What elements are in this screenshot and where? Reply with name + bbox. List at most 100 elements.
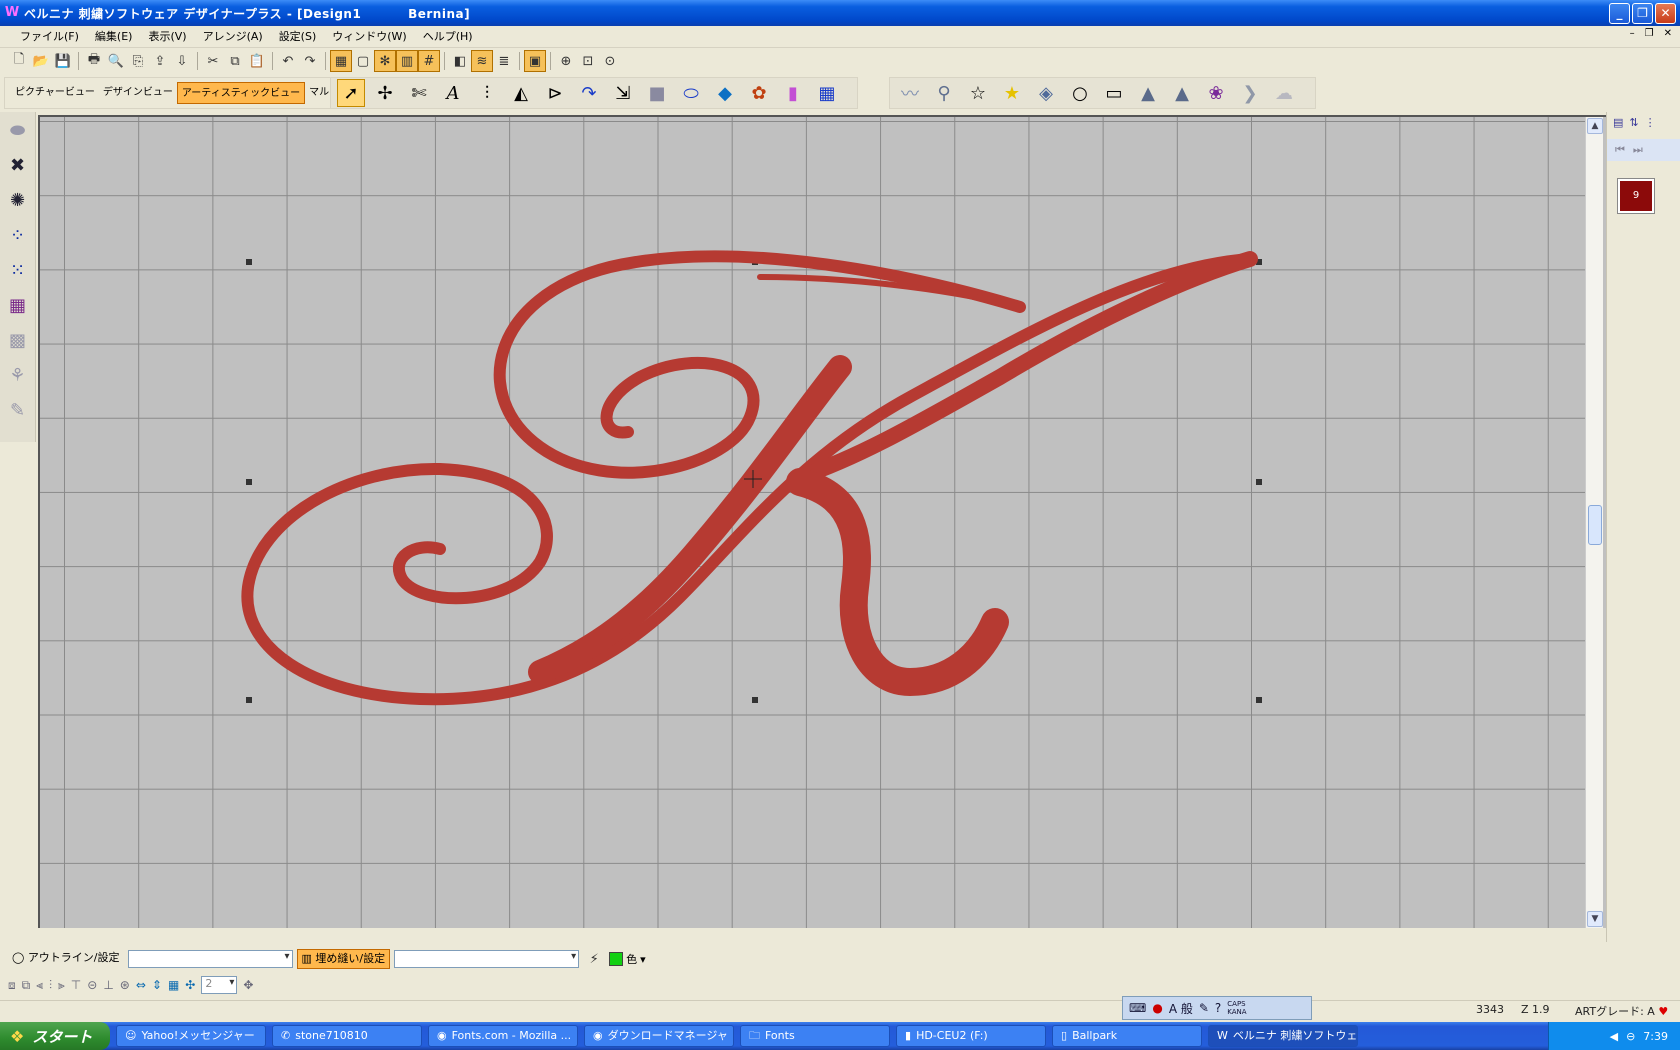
redo-icon[interactable]: ↷ <box>299 50 321 72</box>
handle-bottom-right[interactable] <box>1256 697 1262 703</box>
new-file-icon[interactable]: 🗋 <box>8 50 30 72</box>
triangle-icon[interactable]: ▲ <box>1134 79 1162 107</box>
move-icon[interactable]: ✥ <box>243 978 253 992</box>
motif-icon[interactable]: ✺ <box>5 188 31 213</box>
square-fill-icon[interactable]: ■ <box>643 79 671 107</box>
show-connectors-icon[interactable]: ◧ <box>449 50 471 72</box>
menu-settings[interactable]: 設定(S) <box>271 27 325 47</box>
menu-view[interactable]: 表示(V) <box>140 27 194 47</box>
hoop-icon[interactable]: ⬬ <box>5 118 31 143</box>
color-wheel-icon[interactable]: ▮ <box>779 79 807 107</box>
minimize-button[interactable]: _ <box>1609 3 1630 24</box>
ellipse-outline-icon[interactable]: ⬭ <box>677 79 705 107</box>
vertical-scrollbar[interactable]: ▲ ▼ <box>1585 117 1603 928</box>
show-outlines-icon[interactable]: # <box>418 50 440 72</box>
fan-icon[interactable]: ❯ <box>1236 79 1264 107</box>
input-mode-label[interactable]: A 般 <box>1169 1000 1193 1017</box>
show-hoop-icon[interactable]: ▢ <box>352 50 374 72</box>
thread-chart-icon[interactable]: ▤ <box>1613 116 1623 129</box>
show-needle-points-icon[interactable]: ≋ <box>471 50 493 72</box>
node-edit-icon[interactable]: ◈ <box>1032 79 1060 107</box>
task-stone710810[interactable]: ✆ stone710810 <box>272 1025 422 1047</box>
dot-grid-large-icon[interactable]: ⁙ <box>5 258 31 283</box>
sort-icon[interactable]: ⇅ <box>1629 116 1638 129</box>
show-functions-icon[interactable]: ≣ <box>493 50 515 72</box>
align-right-icon[interactable]: ⫸ <box>58 978 65 993</box>
doc-close-icon[interactable]: ✕ <box>1664 28 1672 39</box>
fill-type-combo[interactable] <box>394 950 580 968</box>
show-stitches-icon[interactable]: ✻ <box>374 50 396 72</box>
align-icon[interactable]: ⫶ <box>473 79 501 107</box>
show-grid-icon[interactable]: ▦ <box>330 50 352 72</box>
scroll-up-button[interactable]: ▲ <box>1587 118 1603 134</box>
copies-spinner[interactable]: 2 <box>201 976 238 994</box>
design-view-button[interactable]: デザインビュー <box>99 82 177 104</box>
quill-icon[interactable]: ✎ <box>5 398 31 423</box>
keyboard-icon[interactable]: ⌨ <box>1129 1001 1146 1015</box>
embroidery-design[interactable] <box>40 117 1585 928</box>
start-button[interactable]: ❖ スタート <box>0 1022 110 1050</box>
picture-view-button[interactable]: ピクチャービュー <box>11 82 99 104</box>
task-fonts-folder[interactable]: 🗀 Fonts <box>740 1025 890 1047</box>
task-yahoo-messenger[interactable]: ☺ Yahoo!メッセンジャー <box>116 1025 266 1047</box>
help-icon[interactable]: ? <box>1215 1001 1221 1015</box>
x-shape-icon[interactable]: ✖ <box>5 153 31 178</box>
panel-options-icon[interactable]: ⋮ <box>1645 116 1656 129</box>
design-canvas[interactable]: ▲ ▼ ◀ ▶ <box>38 115 1606 928</box>
pansy-icon[interactable]: ❀ <box>1202 79 1230 107</box>
task-firefox-fonts[interactable]: ◉ Fonts.com - Mozilla ... <box>428 1025 578 1047</box>
first-color-icon[interactable]: ⏮ <box>1615 143 1625 157</box>
print-preview-icon[interactable]: 🔍 <box>105 50 127 72</box>
outline-type-combo[interactable] <box>127 950 293 968</box>
distribute-icon[interactable]: ▦ <box>168 978 179 992</box>
task-ballpark[interactable]: ▯ Ballpark <box>1052 1025 1202 1047</box>
ime-icon[interactable]: ● <box>1152 1001 1162 1015</box>
align-top-icon[interactable]: ⊤ <box>71 978 81 992</box>
sprig-icon[interactable]: ⚘ <box>5 363 31 388</box>
outline-settings-button[interactable]: ◯ アウトライン/設定 <box>8 949 124 969</box>
ungroup-icon[interactable]: ⧉ <box>22 978 31 993</box>
task-download-manager[interactable]: ◉ ダウンロードマネージャ <box>584 1025 734 1047</box>
fill-grid-icon[interactable]: ▦ <box>5 293 31 318</box>
lettering-icon[interactable]: A <box>439 79 467 107</box>
menu-arrange[interactable]: アレンジ(A) <box>195 27 271 47</box>
rectangle-icon[interactable]: ▭ <box>1100 79 1128 107</box>
open-folder-icon[interactable]: 📂 <box>30 50 52 72</box>
star-outline-icon[interactable]: ☆ <box>964 79 992 107</box>
align-left-icon[interactable]: ⫷ <box>36 978 43 993</box>
align-bottom-icon[interactable]: ⊥ <box>103 978 113 992</box>
doc-minimize-icon[interactable]: – <box>1630 28 1635 39</box>
align-middle-icon[interactable]: ⊝ <box>87 978 97 992</box>
remove-overlap-icon[interactable]: ⚡ <box>583 948 605 970</box>
export-icon[interactable]: ⎘ <box>127 50 149 72</box>
scale-icon[interactable]: ⇲ <box>609 79 637 107</box>
menu-help[interactable]: ヘルプ(H) <box>415 27 481 47</box>
star-filled-icon[interactable]: ★ <box>998 79 1026 107</box>
handle-left[interactable] <box>246 479 252 485</box>
triangle-alt-icon[interactable]: ▲ <box>1168 79 1196 107</box>
dot-grid-small-icon[interactable]: ⁘ <box>5 223 31 248</box>
mirror-icon[interactable]: ◭ <box>507 79 535 107</box>
show-objects-icon[interactable]: ▥ <box>396 50 418 72</box>
color-button[interactable]: 色 ▾ <box>609 951 646 967</box>
undo-icon[interactable]: ↶ <box>277 50 299 72</box>
menu-window[interactable]: ウィンドウ(W) <box>324 27 414 47</box>
paste-icon[interactable]: 📋 <box>246 50 268 72</box>
save-icon[interactable]: 💾 <box>52 50 74 72</box>
array-icon[interactable]: ✣ <box>185 978 195 992</box>
network-icon[interactable]: ⊖ <box>1626 1030 1635 1043</box>
send-to-machine-icon[interactable]: ⇪ <box>149 50 171 72</box>
handle-bottom-left[interactable] <box>246 697 252 703</box>
rotate-icon[interactable]: ↷ <box>575 79 603 107</box>
hoop-grid-icon[interactable]: ▦ <box>813 79 841 107</box>
knife-icon[interactable]: ✄ <box>405 79 433 107</box>
copy-icon[interactable]: ⧉ <box>224 50 246 72</box>
scroll-down-button[interactable]: ▼ <box>1587 911 1603 927</box>
center-icon[interactable]: ⊛ <box>120 978 130 992</box>
back-arrow-icon[interactable]: ◀ <box>1610 1030 1618 1043</box>
handle-bottom[interactable] <box>752 697 758 703</box>
close-button[interactable]: ✕ <box>1655 3 1676 24</box>
freehand-icon[interactable]: 〰 <box>896 79 924 107</box>
clock[interactable]: 7:39 <box>1643 1030 1668 1043</box>
handle-right[interactable] <box>1256 479 1262 485</box>
